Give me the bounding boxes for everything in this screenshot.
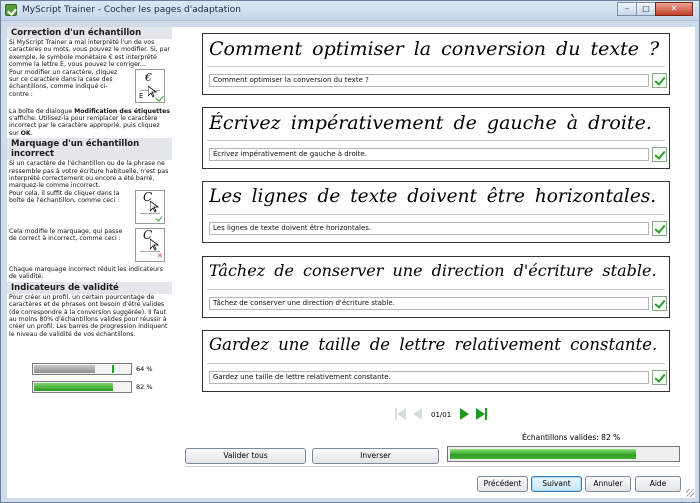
help-pane: Correction d'un échantillon Si MyScript … bbox=[7, 27, 172, 338]
baseline bbox=[207, 363, 665, 364]
pager: 01/01 bbox=[392, 408, 490, 421]
handwriting-sample[interactable]: Les lignes de texte doivent être horizon… bbox=[209, 186, 661, 216]
thumb-label: E bbox=[139, 91, 144, 100]
close-button[interactable]: ✕ bbox=[655, 2, 693, 16]
handwriting-sample[interactable]: Gardez une taille de lettre relativement… bbox=[209, 335, 661, 365]
help-text: Cela modifie le marquage, qui passe de c… bbox=[9, 227, 123, 243]
title-bar[interactable]: MyScript Trainer - Cocher les pages d'ad… bbox=[1, 1, 699, 21]
help-text: Si MyScript Trainer a mal interprété l'u… bbox=[9, 39, 170, 69]
help-text: Pour créer un profil, un certain pourcen… bbox=[9, 293, 168, 338]
separator bbox=[185, 466, 680, 467]
progress-bar-characters bbox=[32, 363, 132, 375]
sample-card[interactable]: Tâchez de conserver une direction d'écri… bbox=[202, 256, 670, 318]
valid-checkbox[interactable] bbox=[652, 221, 667, 236]
help-heading-marking: Marquage d'un échantillon incorrect bbox=[7, 138, 172, 161]
mouse-cursor-icon bbox=[148, 85, 157, 98]
help-heading-correction: Correction d'un échantillon bbox=[7, 27, 172, 39]
valid-checkbox[interactable] bbox=[652, 296, 667, 311]
conversion-field[interactable]: Gardez une taille de lettre relativement… bbox=[209, 371, 649, 384]
sample-card[interactable]: Comment optimiser la conversion du texte… bbox=[202, 33, 670, 95]
app-logo-icon bbox=[5, 4, 17, 16]
help-text: Pour modifier un caractère, cliquez sur … bbox=[9, 68, 118, 98]
help-heading-validity: Indicateurs de validité bbox=[7, 281, 172, 294]
handwriting-sample[interactable]: Tâchez de conserver une direction d'écri… bbox=[209, 261, 661, 291]
minimize-button[interactable]: – bbox=[617, 2, 637, 16]
page-indicator: 01/01 bbox=[431, 410, 452, 419]
client-area: Correction d'un échantillon Si MyScript … bbox=[7, 27, 695, 498]
mouse-cursor-icon bbox=[150, 200, 159, 213]
previous-button[interactable]: Précédent bbox=[477, 476, 528, 492]
window-title: MyScript Trainer - Cocher les pages d'ad… bbox=[22, 5, 241, 15]
next-page-button[interactable] bbox=[458, 408, 471, 421]
resize-grip-icon[interactable] bbox=[686, 489, 694, 497]
help-text: Chaque marquage incorrect réduit les ind… bbox=[9, 265, 163, 281]
handwriting-sample[interactable]: Écrivez impérativement de gauche à droit… bbox=[209, 112, 661, 142]
app-window: MyScript Trainer - Cocher les pages d'ad… bbox=[0, 0, 700, 503]
last-page-button[interactable] bbox=[475, 408, 488, 421]
first-page-button[interactable] bbox=[394, 408, 407, 421]
baseline bbox=[207, 140, 665, 141]
validate-all-button[interactable]: Valider tous bbox=[185, 448, 306, 464]
progress-fill bbox=[34, 383, 113, 391]
sample-card[interactable]: Les lignes de texte doivent être horizon… bbox=[202, 181, 670, 243]
sample-thumbnail-incorrect: C ✕ bbox=[135, 227, 165, 262]
validity-progress-fill bbox=[450, 449, 636, 459]
cross-icon: ✕ bbox=[157, 251, 163, 260]
help-text: La boîte de dialogue Modification des ét… bbox=[9, 107, 170, 137]
help-text: Pour cela, il suffit de cliquer dans la … bbox=[9, 189, 120, 205]
progress-bar-sentences bbox=[32, 381, 132, 393]
help-button[interactable]: Aide bbox=[635, 476, 681, 492]
cancel-button[interactable]: Annuler bbox=[585, 476, 631, 492]
invert-button[interactable]: Inverser bbox=[312, 448, 439, 464]
progress-fill bbox=[34, 365, 95, 373]
sample-thumbnail-correct: C bbox=[135, 189, 165, 224]
progress-label: 82 % bbox=[136, 383, 153, 391]
threshold-marker bbox=[112, 365, 114, 373]
handwriting-sample[interactable]: Comment optimiser la conversion du texte… bbox=[209, 38, 661, 68]
mouse-cursor-icon bbox=[150, 238, 159, 251]
conversion-field[interactable]: Écrivez impérativement de gauche à droit… bbox=[209, 148, 649, 161]
maximize-button[interactable]: □ bbox=[636, 2, 656, 16]
sample-card[interactable]: Gardez une taille de lettre relativement… bbox=[202, 330, 670, 392]
next-button[interactable]: Suivant bbox=[531, 476, 582, 492]
window-controls: – □ ✕ bbox=[617, 2, 693, 16]
validity-progress-bar bbox=[447, 446, 680, 462]
validity-label: Échantillons valides: 82 % bbox=[522, 433, 621, 442]
previous-page-button[interactable] bbox=[411, 408, 424, 421]
progress-label: 64 % bbox=[136, 365, 153, 373]
sample-card[interactable]: Écrivez impérativement de gauche à droit… bbox=[202, 107, 670, 169]
valid-checkbox[interactable] bbox=[652, 147, 667, 162]
thumb-char: € bbox=[145, 70, 152, 84]
baseline bbox=[207, 214, 665, 215]
help-text: Si un caractère de l'échantillon ou de l… bbox=[9, 160, 169, 190]
conversion-field[interactable]: Tâchez de conserver une direction d'écri… bbox=[209, 297, 649, 310]
valid-checkbox[interactable] bbox=[652, 73, 667, 88]
valid-checkbox[interactable] bbox=[652, 370, 667, 385]
check-icon bbox=[155, 214, 163, 222]
sample-thumbnail: € E bbox=[135, 68, 165, 103]
baseline bbox=[207, 289, 665, 290]
baseline bbox=[207, 66, 665, 67]
conversion-field[interactable]: Comment optimiser la conversion du texte… bbox=[209, 74, 649, 87]
conversion-field[interactable]: Les lignes de texte doivent être horizon… bbox=[209, 222, 649, 235]
thumb-line bbox=[140, 212, 160, 214]
